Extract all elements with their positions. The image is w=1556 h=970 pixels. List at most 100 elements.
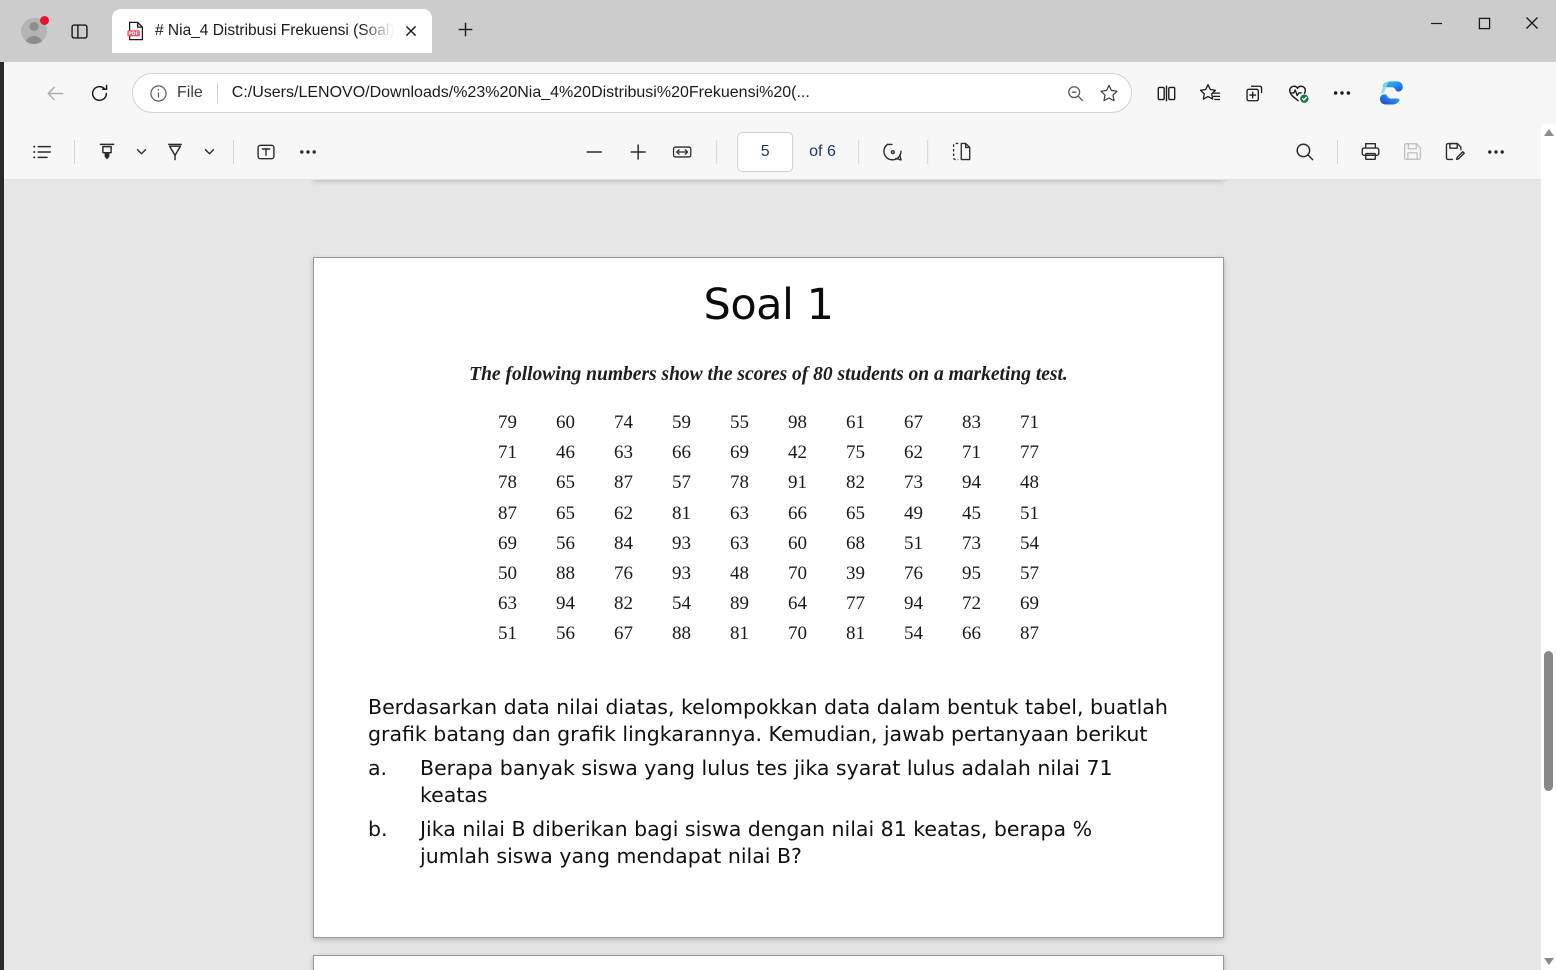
tab-actions-icon[interactable] xyxy=(60,12,98,50)
score-cell: 69 xyxy=(1020,593,1039,615)
favorites-icon[interactable] xyxy=(1190,73,1230,113)
score-cell: 39 xyxy=(846,563,865,585)
score-cell: 72 xyxy=(962,593,981,615)
score-cell: 42 xyxy=(788,442,807,464)
score-cell: 73 xyxy=(904,472,923,494)
score-cell: 56 xyxy=(556,532,575,554)
scroll-up-arrow-icon[interactable] xyxy=(1541,124,1556,141)
question-text: Jika nilai B diberikan bagi siswa dengan… xyxy=(420,816,1093,868)
score-cell: 67 xyxy=(904,412,923,434)
page-subtitle: The following numbers show the scores of… xyxy=(469,364,1068,385)
url-scheme-label: File xyxy=(177,84,203,101)
profile-button[interactable] xyxy=(14,11,54,51)
score-cell: 51 xyxy=(498,623,517,645)
highlight-icon[interactable] xyxy=(87,132,127,172)
scores-grid: 79 60 74 59 55 98 61 67 83 71 71 46 63 66 69 42 75 62 71 77… xyxy=(479,408,1059,650)
info-icon[interactable] xyxy=(147,82,169,104)
fit-to-width-icon[interactable] xyxy=(662,132,702,172)
score-cell: 87 xyxy=(614,472,633,494)
copilot-icon[interactable] xyxy=(1374,76,1408,110)
zoom-out-icon[interactable] xyxy=(1059,77,1091,109)
score-cell: 57 xyxy=(672,472,691,494)
score-cell: 63 xyxy=(730,502,749,524)
star-icon[interactable] xyxy=(1093,77,1125,109)
score-cell: 66 xyxy=(962,623,981,645)
pdf-viewer[interactable]: Soal 1 The following numbers show the sc… xyxy=(0,180,1541,970)
more-tools-icon[interactable] xyxy=(288,132,328,172)
score-cell: 59 xyxy=(672,412,691,434)
score-cell: 69 xyxy=(498,532,517,554)
toolbar-divider xyxy=(857,139,859,164)
close-button[interactable] xyxy=(1508,0,1556,46)
score-cell: 75 xyxy=(846,442,865,464)
score-cell: 51 xyxy=(904,532,923,554)
page-view-icon[interactable] xyxy=(942,132,982,172)
split-screen-icon[interactable] xyxy=(1146,73,1186,113)
browser-essentials-icon[interactable] xyxy=(1278,73,1318,113)
score-cell: 62 xyxy=(614,502,633,524)
draw-dropdown-chevron-down-icon[interactable] xyxy=(197,132,221,172)
window-controls xyxy=(1412,0,1556,46)
scores-row: 87 65 62 81 63 66 65 49 45 51 xyxy=(479,499,1059,529)
pdf-toolbar-right xyxy=(1285,132,1516,172)
close-tab-icon[interactable] xyxy=(398,18,424,44)
reload-button[interactable] xyxy=(80,74,118,112)
zoom-out-button[interactable] xyxy=(574,132,614,172)
highlight-dropdown-chevron-down-icon[interactable] xyxy=(129,132,153,172)
save-icon[interactable] xyxy=(1392,132,1432,172)
tab-title: # Nia_4 Distribusi Frekuensi (Soal) xyxy=(155,22,395,39)
score-cell: 62 xyxy=(904,442,923,464)
print-icon[interactable] xyxy=(1350,132,1390,172)
score-cell: 63 xyxy=(730,532,749,554)
score-cell: 54 xyxy=(672,593,691,615)
settings-more-icon[interactable] xyxy=(1322,73,1362,113)
title-bar-left: PDF # Nia_4 Distribusi Frekuensi (Soal) xyxy=(0,0,484,62)
browser-tab[interactable]: PDF # Nia_4 Distribusi Frekuensi (Soal) xyxy=(112,9,433,53)
pdf-file-icon: PDF xyxy=(126,21,146,41)
minimize-button[interactable] xyxy=(1412,0,1460,46)
collections-icon[interactable] xyxy=(1234,73,1274,113)
score-cell: 79 xyxy=(498,412,517,434)
question-list: a. Berapa banyak siswa yang lulus tes jik… xyxy=(368,755,1168,870)
rotate-icon[interactable] xyxy=(873,132,913,172)
scroll-down-arrow-icon[interactable] xyxy=(1541,953,1556,970)
page-number-input[interactable]: 5 xyxy=(737,131,794,172)
add-text-icon[interactable] xyxy=(246,132,286,172)
score-cell: 60 xyxy=(556,412,575,434)
profile-alert-dot xyxy=(40,16,49,25)
vertical-scrollbar[interactable] xyxy=(1541,124,1556,970)
score-cell: 81 xyxy=(730,623,749,645)
new-tab-icon[interactable] xyxy=(446,11,484,49)
score-cell: 63 xyxy=(498,593,517,615)
title-bar: PDF # Nia_4 Distribusi Frekuensi (Soal) xyxy=(0,0,1556,62)
score-cell: 71 xyxy=(962,442,981,464)
save-as-icon[interactable] xyxy=(1434,132,1474,172)
score-cell: 54 xyxy=(904,623,923,645)
score-cell: 76 xyxy=(614,563,633,585)
question-text: Berapa banyak siswa yang lulus tes jika … xyxy=(420,756,1113,808)
table-of-contents-icon[interactable] xyxy=(22,132,62,172)
score-cell: 68 xyxy=(846,532,865,554)
toolbar-divider xyxy=(926,139,928,164)
score-cell: 81 xyxy=(846,623,865,645)
draw-icon[interactable] xyxy=(155,132,195,172)
score-cell: 69 xyxy=(730,442,749,464)
more-settings-icon[interactable] xyxy=(1476,132,1516,172)
back-button[interactable] xyxy=(36,74,74,112)
maximize-button[interactable] xyxy=(1460,0,1508,46)
scrollbar-thumb[interactable] xyxy=(1544,651,1553,791)
search-icon[interactable] xyxy=(1285,132,1325,172)
score-cell: 50 xyxy=(498,563,517,585)
url-text: C:/Users/LENOVO/Downloads/%23%20Nia_4%20… xyxy=(231,84,810,101)
zoom-in-button[interactable] xyxy=(618,132,658,172)
question-block: Berdasarkan data nilai diatas, kelompokk… xyxy=(368,694,1168,871)
toolbar-divider xyxy=(233,139,234,164)
page-count-label: of 6 xyxy=(809,142,836,160)
score-cell: 65 xyxy=(556,472,575,494)
address-bar[interactable]: File C:/Users/LENOVO/Downloads/%23%20Nia… xyxy=(132,73,1132,113)
browser-window: PDF # Nia_4 Distribusi Frekuensi (Soal) xyxy=(0,0,1556,970)
score-cell: 71 xyxy=(498,442,517,464)
window-left-border xyxy=(0,62,4,970)
score-cell: 66 xyxy=(788,502,807,524)
score-cell: 48 xyxy=(1020,472,1039,494)
